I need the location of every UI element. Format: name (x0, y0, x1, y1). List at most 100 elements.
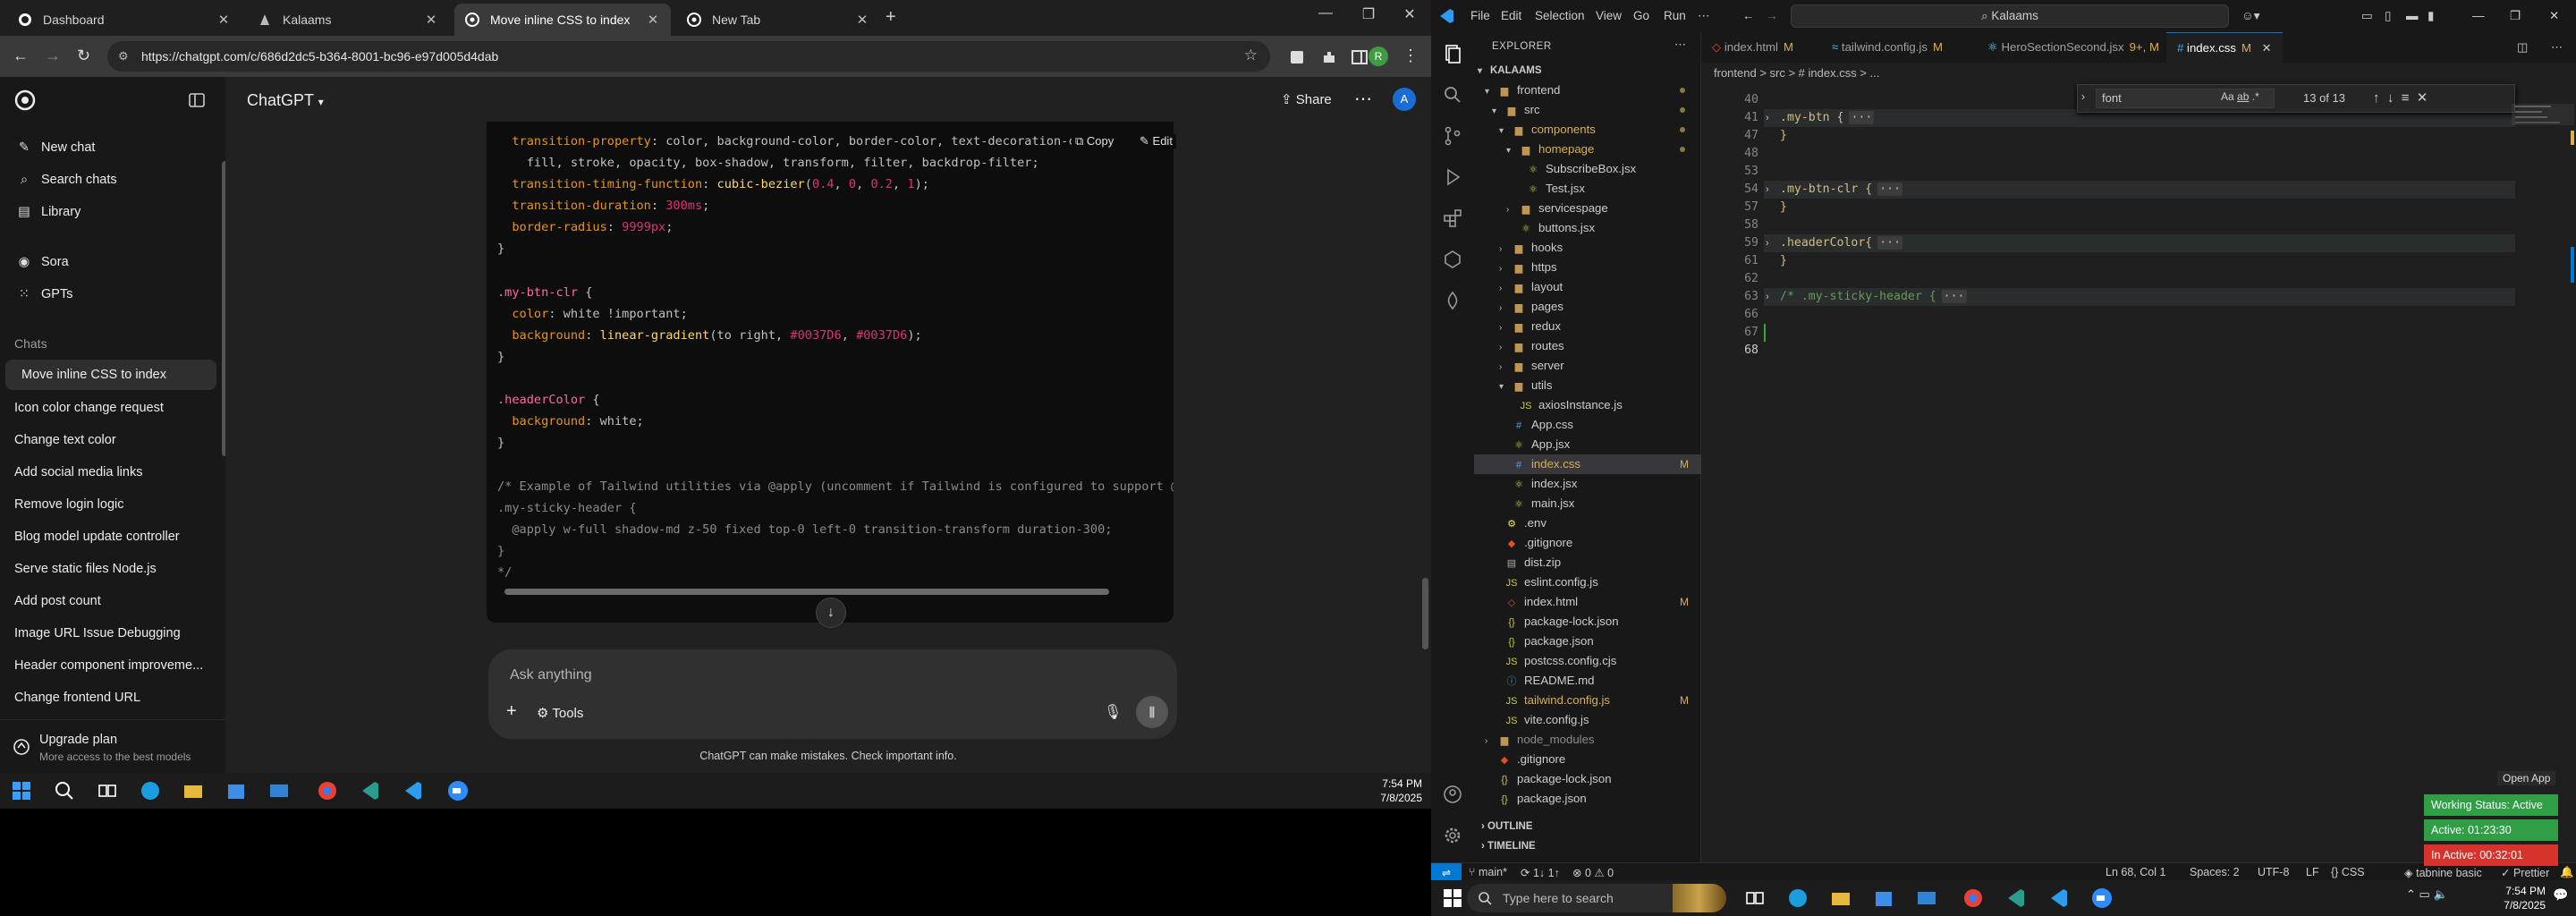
upgrade-plan-button[interactable]: Upgrade plan More access to the best mod… (0, 719, 225, 773)
store-icon[interactable] (225, 780, 247, 802)
close-icon[interactable]: ✕ (424, 12, 438, 28)
tree-folder[interactable]: › ▆ redux (1474, 317, 1701, 336)
notifications-bell-icon[interactable]: 🔔 (2560, 866, 2574, 879)
tabnine-status[interactable]: ◈ tabnine basic (2404, 866, 2482, 879)
close-find-icon[interactable]: ✕ (2417, 90, 2428, 106)
edge-icon[interactable] (1787, 887, 1809, 909)
vscode-insiders-icon[interactable] (2005, 887, 2027, 909)
menu-go[interactable]: Go (1633, 9, 1649, 22)
tree-folder[interactable]: › ▆ hooks (1474, 238, 1701, 258)
fold-chevron-icon[interactable]: › (1766, 109, 1769, 127)
cursor-position[interactable]: Ln 68, Col 1 (2106, 866, 2165, 878)
maximize-icon[interactable]: ❐ (2510, 9, 2521, 23)
accounts-icon[interactable] (1442, 784, 1463, 805)
nav-forward-icon[interactable]: → (1766, 9, 1778, 22)
tree-folder[interactable]: ▾ ▆ src (1474, 100, 1701, 120)
sidebar-panel-icon[interactable] (1351, 48, 1368, 66)
tab-dashboard[interactable]: Dashboard ✕ (7, 4, 242, 36)
problems-indicator[interactable]: ⊗ 0 ⚠ 0 (1572, 866, 1614, 879)
code-horizontal-scrollbar[interactable] (504, 589, 1109, 595)
sora-button[interactable]: ◉ Sora (0, 247, 215, 277)
vscode-icon[interactable] (2048, 887, 2070, 909)
menu-selection[interactable]: Selection (1535, 9, 1585, 22)
tree-file[interactable]: JS postcss.config.cjs (1474, 651, 1701, 671)
tree-folder[interactable]: ▾ ▆ homepage (1474, 140, 1701, 159)
tree-file[interactable]: ◆ .gitignore (1474, 533, 1701, 553)
notification-center-icon[interactable]: 💬 (2553, 887, 2574, 909)
forward-icon[interactable]: → (45, 47, 61, 65)
tree-file[interactable]: {} package.json (1474, 789, 1701, 809)
tree-file[interactable]: {} package-lock.json (1474, 769, 1701, 789)
task-view-icon[interactable] (1744, 887, 1766, 909)
prompt-input[interactable]: Ask anything (510, 667, 592, 683)
folded-ellipsis-icon[interactable]: ··· (1877, 236, 1903, 250)
tree-folder[interactable]: › ▆ servicespage (1474, 199, 1701, 218)
volume-icon[interactable]: 🔈 (2433, 887, 2447, 901)
editor-more-icon[interactable]: ⋯ (2540, 32, 2573, 63)
tree-file[interactable]: ⚛ main.jsx (1474, 494, 1701, 513)
copy-button[interactable]: ⧉ Copy (1072, 134, 1118, 148)
menu-more-icon[interactable]: ⋯ (1698, 9, 1710, 23)
maximize-icon[interactable]: ❐ (1351, 5, 1386, 23)
mail-icon[interactable] (1916, 887, 1937, 909)
tree-folder[interactable]: ▾ ▆ utils (1474, 376, 1701, 395)
command-center-search[interactable]: ⌕ Kalaams (1791, 4, 2229, 28)
tree-folder[interactable]: › ▆ https (1474, 258, 1701, 277)
attach-plus-icon[interactable]: + (506, 701, 517, 722)
chat-item[interactable]: Remove login logic (14, 497, 211, 512)
explorer-more-icon[interactable]: ⋯ (1674, 38, 1686, 52)
reload-icon[interactable]: ↻ (77, 47, 90, 65)
chat-item[interactable]: Change frontend URL (14, 691, 211, 705)
tree-file[interactable]: ⚙ .env (1474, 513, 1701, 533)
chat-item[interactable]: Blog model update controller (14, 530, 211, 544)
close-icon[interactable]: ✕ (855, 12, 869, 28)
menu-edit[interactable]: Edit (1501, 9, 1521, 22)
tree-file[interactable]: ⚛ SubscribeBox.jsx (1474, 159, 1701, 179)
openai-logo-icon[interactable] (14, 89, 36, 111)
tree-file[interactable]: JS eslint.config.js (1474, 572, 1701, 592)
tray-up-chevron-icon[interactable]: ⌃ (2406, 887, 2416, 901)
folded-ellipsis-icon[interactable]: ··· (1849, 111, 1875, 124)
chat-item[interactable]: Add post count (14, 594, 211, 608)
zoom-icon[interactable] (447, 780, 469, 802)
encoding[interactable]: UTF-8 (2258, 866, 2289, 878)
breadcrumb[interactable]: frontend > src > # index.css > ... (1714, 66, 1879, 80)
address-bar[interactable]: ⚙ https://chatgpt.com/c/686d2dc5-b364-80… (107, 41, 1270, 72)
close-window-icon[interactable]: ✕ (1392, 5, 1428, 23)
nav-back-icon[interactable]: ← (1742, 9, 1755, 22)
previous-match-icon[interactable]: ↑ (2373, 90, 2380, 106)
search-chats-button[interactable]: ⌕ Search chats (0, 165, 215, 195)
share-button[interactable]: ⇪ Share (1281, 91, 1332, 107)
tree-folder[interactable]: ▾ ▆ frontend (1474, 81, 1701, 100)
tab-kalaams[interactable]: Kalaams ✕ (247, 4, 449, 36)
close-icon[interactable]: ✕ (2262, 41, 2272, 55)
microphone-icon[interactable]: 🎙 (1104, 703, 1122, 721)
minimize-icon[interactable]: — (2472, 9, 2485, 22)
toggle-panel-icon[interactable]: ▬ (2406, 9, 2419, 22)
chat-item[interactable]: Image URL Issue Debugging (14, 626, 211, 640)
close-window-icon[interactable]: ✕ (2549, 9, 2559, 23)
fold-chevron-icon[interactable]: › (1766, 234, 1769, 252)
fold-chevron-icon[interactable]: › (1766, 181, 1769, 199)
split-editor-icon[interactable]: ◫ (2506, 32, 2538, 63)
outline-section[interactable]: › OUTLINE (1481, 821, 1533, 832)
tree-file[interactable]: ▤ dist.zip (1474, 553, 1701, 572)
gpts-button[interactable]: ⁙ GPTs (0, 279, 215, 310)
extensions-puzzle-icon[interactable] (1320, 48, 1338, 66)
file-explorer-icon[interactable] (1830, 887, 1852, 909)
network-icon[interactable]: ▭ (2419, 887, 2430, 901)
extensions-icon[interactable] (1442, 208, 1463, 229)
copilot-icon[interactable]: ☺▾ (2241, 9, 2260, 23)
settings-gear-icon[interactable] (1442, 825, 1463, 846)
layout-icon[interactable]: ▭ (2361, 9, 2373, 23)
close-icon[interactable]: ✕ (216, 12, 231, 28)
remote-explorer-icon[interactable] (1442, 249, 1463, 270)
chat-item-active[interactable]: Move inline CSS to index (5, 360, 216, 390)
library-button[interactable]: ▤ Library (0, 197, 215, 227)
regex-icon[interactable]: .* (2252, 90, 2259, 103)
close-sidebar-icon[interactable] (188, 91, 206, 109)
fold-chevron-icon[interactable]: › (1766, 288, 1769, 306)
menu-run[interactable]: Run (1664, 9, 1686, 22)
file-explorer-icon[interactable] (182, 780, 204, 802)
find-in-selection-icon[interactable]: ≡ (2402, 90, 2410, 106)
